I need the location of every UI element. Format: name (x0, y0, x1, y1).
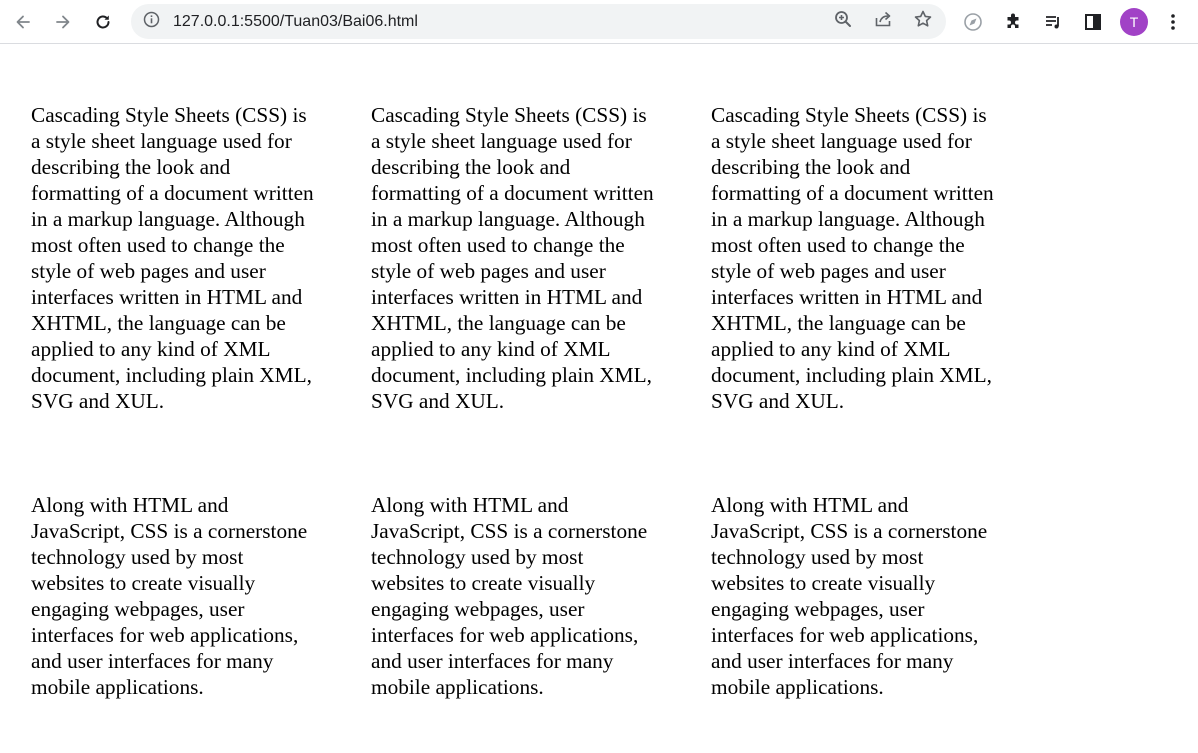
browser-toolbar: 127.0.0.1:5500/Tuan03/Bai06.html T (0, 0, 1198, 44)
reload-button[interactable] (87, 6, 119, 38)
paragraph-css-definition-col-2: Cascading Style Sheets (CSS) is a style … (371, 103, 654, 413)
compass-icon (963, 12, 983, 32)
arrow-left-icon (13, 12, 33, 32)
share-button[interactable] (868, 7, 897, 36)
paragraph-css-definition-col-3: Cascading Style Sheets (CSS) is a style … (711, 103, 994, 413)
extension-compass-button[interactable] (957, 6, 989, 38)
zoom-button[interactable] (828, 7, 857, 36)
extensions-button[interactable] (997, 6, 1029, 38)
zoom-in-icon (833, 9, 853, 34)
site-info-button[interactable] (142, 11, 161, 33)
back-button[interactable] (7, 6, 39, 38)
paragraph-css-usage-col-3: Along with HTML and JavaScript, CSS is a… (711, 493, 988, 699)
reading-list-icon (1043, 12, 1063, 32)
paragraph-row-2: Along with HTML and JavaScript, CSS is a… (31, 492, 1051, 700)
arrow-right-icon (53, 12, 73, 32)
page-content: Cascading Style Sheets (CSS) is a style … (31, 102, 1051, 700)
paragraph-row-1: Cascading Style Sheets (CSS) is a style … (31, 102, 1051, 414)
profile-avatar[interactable]: T (1120, 8, 1148, 36)
more-vertical-icon (1163, 12, 1183, 32)
address-bar[interactable]: 127.0.0.1:5500/Tuan03/Bai06.html (131, 4, 946, 39)
share-icon (873, 9, 893, 34)
url-text[interactable]: 127.0.0.1:5500/Tuan03/Bai06.html (173, 12, 418, 31)
paragraph-css-usage-col-2: Along with HTML and JavaScript, CSS is a… (371, 493, 648, 699)
bookmark-button[interactable] (908, 7, 937, 36)
side-panel-icon (1083, 12, 1103, 32)
reading-list-button[interactable] (1037, 6, 1069, 38)
reload-icon (93, 12, 113, 32)
puzzle-icon (1003, 12, 1023, 32)
star-icon (913, 9, 933, 34)
paragraph-css-usage-col-1: Along with HTML and JavaScript, CSS is a… (31, 493, 308, 699)
browser-menu-button[interactable] (1157, 6, 1189, 38)
info-icon (143, 11, 160, 33)
forward-button[interactable] (47, 6, 79, 38)
paragraph-css-definition-col-1: Cascading Style Sheets (CSS) is a style … (31, 103, 314, 413)
side-panel-button[interactable] (1077, 6, 1109, 38)
